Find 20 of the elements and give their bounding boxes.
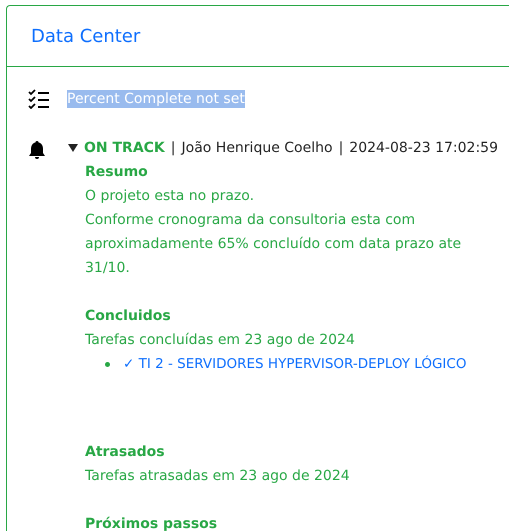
timestamp: 2024-08-23 17:02:59	[349, 139, 498, 158]
section-title: Atrasados	[85, 443, 166, 462]
checklist-icon	[28, 89, 50, 109]
section-text: Tarefas concluídas em 23 ago de 2024	[85, 331, 356, 350]
section-text: Conforme cronograma da consultoria esta com aproximadamente 65% concluído com data prazo ate 31/10.	[85, 211, 462, 278]
section-text: O projeto esta no prazo.	[85, 187, 256, 206]
section-title: Resumo	[85, 163, 149, 182]
separator: |	[338, 139, 344, 158]
section-title: Próximos passos	[85, 515, 218, 531]
task-link[interactable]: ✓ TI 2 - SERVIDORES HYPERVISOR-DEPLOY LÓGICO	[123, 352, 466, 376]
author-name: João Henrique Coelho	[182, 139, 333, 158]
bullet-icon	[105, 362, 110, 366]
progress-text: Percent Complete not set	[67, 90, 245, 108]
status-label: ON TRACK	[84, 139, 165, 158]
separator: |	[170, 139, 176, 158]
section-title: Concluidos	[85, 307, 172, 326]
card-title: Data Center	[31, 26, 140, 46]
expanded-triangle-icon[interactable]	[68, 143, 78, 153]
bell-icon	[28, 140, 46, 160]
section-text: Tarefas atrasadas em 23 ago de 2024	[85, 467, 351, 486]
